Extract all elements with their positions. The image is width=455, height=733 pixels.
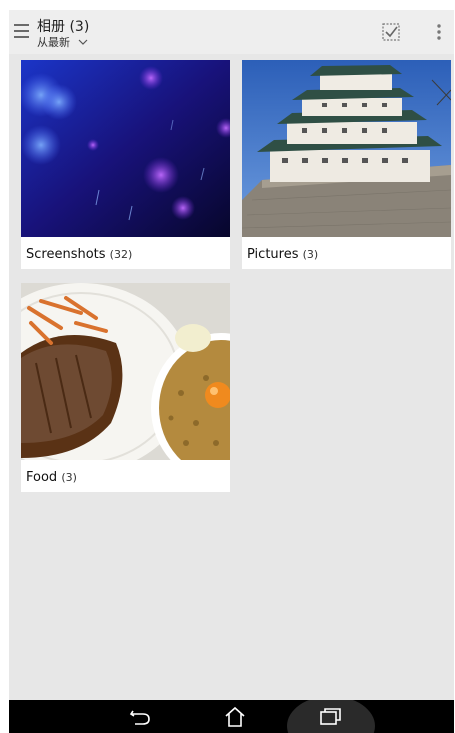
chevron-down-icon: [78, 39, 88, 45]
album-thumbnail: [21, 60, 230, 237]
album-thumbnail: [242, 60, 451, 237]
album-food[interactable]: Food (3): [21, 283, 230, 492]
sort-label: 从最新: [37, 36, 70, 49]
album-pictures[interactable]: Pictures (3): [242, 60, 451, 269]
album-count: (32): [109, 248, 133, 261]
page-title: 相册 (3): [37, 19, 90, 35]
album-name: Food: [26, 470, 58, 485]
more-options-icon[interactable]: [437, 24, 441, 40]
select-all-icon[interactable]: [382, 23, 400, 41]
album-thumbnail: [21, 283, 230, 460]
navigation-bar: [9, 700, 454, 733]
home-icon[interactable]: [222, 700, 248, 733]
hamburger-menu-icon[interactable]: [14, 22, 29, 40]
album-label: Food (3): [26, 470, 77, 485]
album-count: (3): [302, 248, 319, 261]
action-bar: 相册 (3) 从最新: [9, 10, 454, 54]
album-label: Pictures (3): [247, 247, 318, 262]
back-icon[interactable]: [127, 700, 153, 733]
recent-apps-icon[interactable]: [284, 700, 379, 733]
album-label: Screenshots (32): [26, 247, 132, 262]
sort-dropdown[interactable]: 从最新: [37, 34, 88, 50]
album-name: Pictures: [247, 247, 299, 262]
album-count: (3): [61, 471, 77, 484]
gallery-screen: 相册 (3) 从最新 Screenshots (32) Pictures (3)…: [9, 10, 454, 733]
album-screenshots[interactable]: Screenshots (32): [21, 60, 230, 269]
album-name: Screenshots: [26, 247, 106, 262]
